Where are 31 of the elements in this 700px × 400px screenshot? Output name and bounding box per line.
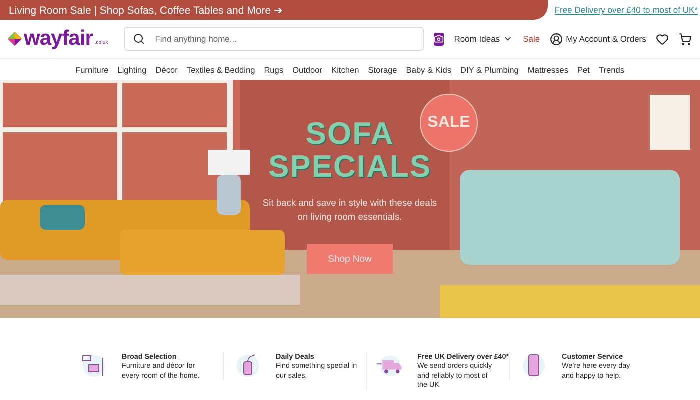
camera-icon	[434, 34, 444, 44]
nav-link[interactable]: DIY & Plumbing	[460, 64, 519, 74]
nav-link[interactable]: Lighting	[118, 64, 147, 74]
nav-link[interactable]: Kitchen	[332, 64, 360, 74]
camera-search-button[interactable]	[434, 32, 444, 46]
search-icon	[133, 33, 146, 45]
nav-link[interactable]: Trends	[598, 64, 624, 74]
search-input[interactable]: Find anything home...	[153, 33, 416, 45]
phone-icon	[520, 352, 548, 380]
nav-link[interactable]: Furniture	[76, 64, 109, 74]
heart-icon[interactable]	[656, 32, 670, 46]
nav-link[interactable]: Rugs	[264, 64, 284, 74]
user-icon	[550, 32, 564, 46]
nav-link[interactable]: Mattresses	[528, 64, 568, 74]
furniture-icon	[80, 352, 108, 380]
nav-link[interactable]: Baby & Kids	[406, 64, 452, 74]
free-delivery-link[interactable]: Free Delivery over £40 to most of UK*	[548, 5, 700, 15]
nav-link[interactable]: Textiles & Bedding	[186, 64, 256, 74]
cart-icon[interactable]	[679, 32, 692, 46]
sale-link[interactable]: Sale	[523, 34, 540, 44]
nav-link[interactable]: Pet	[578, 64, 590, 74]
nav-link[interactable]: Outdoor	[292, 64, 323, 74]
nav-link[interactable]: Décor	[156, 64, 178, 74]
account-link[interactable]: My Account & Orders	[550, 32, 646, 46]
nav-link[interactable]: Storage	[368, 64, 398, 74]
logo-mark-icon	[8, 32, 22, 46]
hero-subtitle: Sit back and save in style with these deals on living room essentials.	[262, 197, 438, 224]
search-field[interactable]: Find anything home...	[124, 27, 424, 51]
promo-banner-link[interactable]: Living Room Sale | Shop Sofas, Coffee Tables and More ➔	[0, 0, 548, 20]
price-tag-icon	[234, 352, 262, 380]
room-ideas-menu[interactable]: Room Ideas	[454, 34, 514, 44]
